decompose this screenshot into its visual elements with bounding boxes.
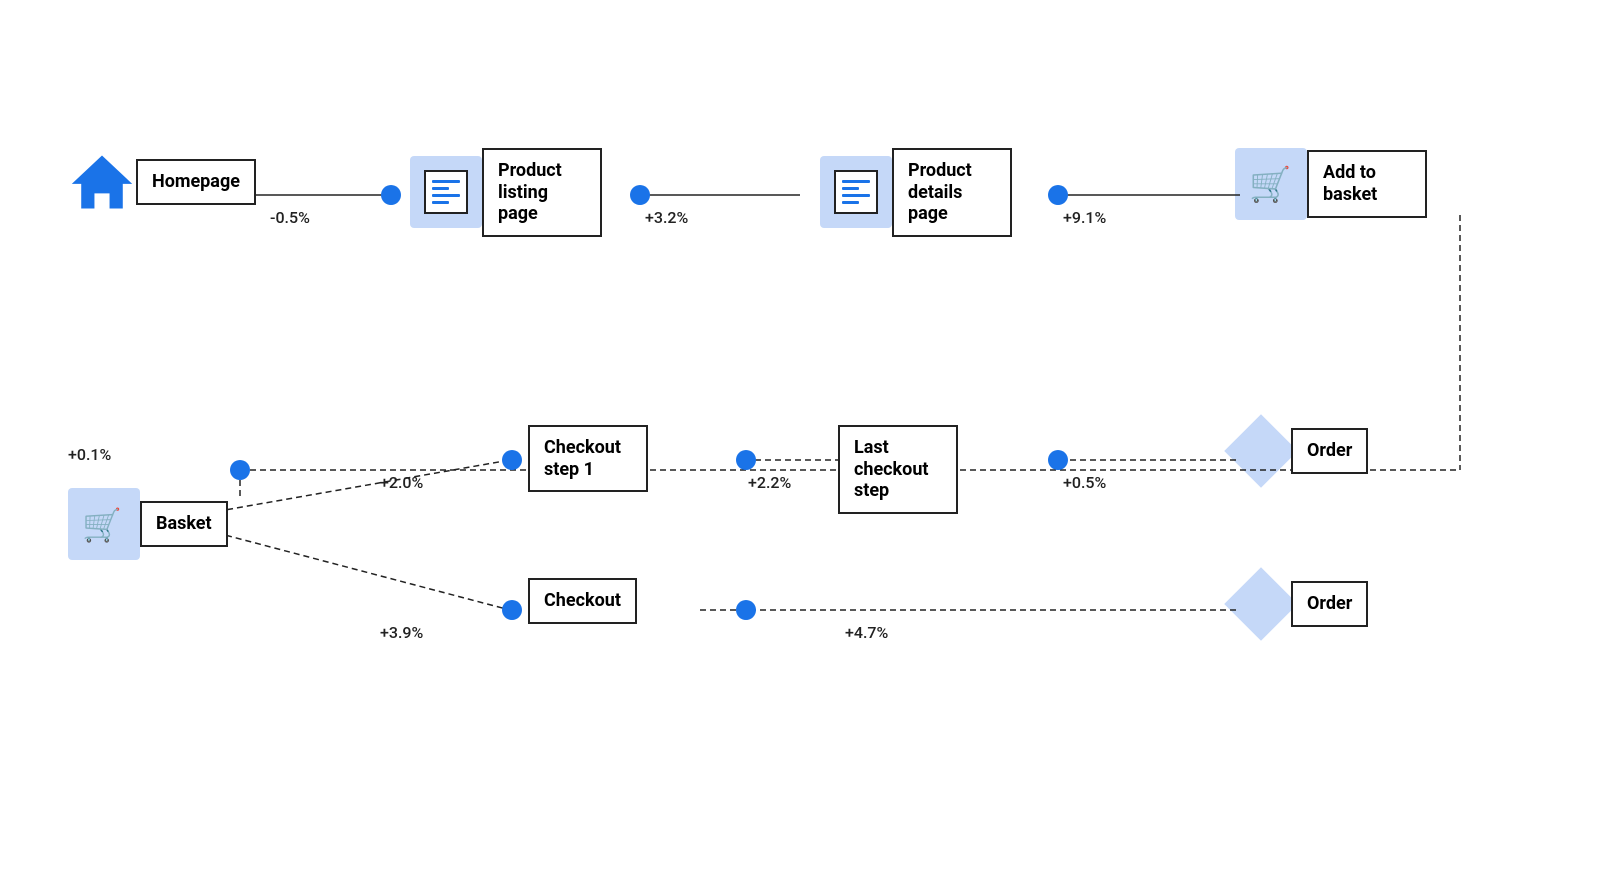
dot-hp-plp: [381, 185, 401, 205]
dot-plp-pdp: [630, 185, 650, 205]
dot-basket-checkout: [502, 600, 522, 620]
pct-pdp-atb: +9.1%: [1063, 208, 1106, 227]
add-to-basket-label: Add to basket: [1307, 150, 1427, 217]
pct-cs1-lcs: +2.2%: [748, 473, 791, 492]
pct-plp-pdp: +3.2%: [645, 208, 688, 227]
pct-basket-cs1: +2.0%: [380, 473, 423, 492]
checkout-node: Checkout: [528, 578, 637, 624]
checkout-step1-label: Checkout step 1: [528, 425, 648, 492]
dot-basket-cs1: [502, 450, 522, 470]
order1-label: Order: [1291, 428, 1368, 474]
pct-basket-checkout: +3.9%: [380, 623, 423, 642]
dot-lcs-order1: [1048, 450, 1068, 470]
dot-checkout-order2: [736, 600, 756, 620]
product-details-label: Product details page: [892, 148, 1012, 237]
pct-atb-basket: +0.1%: [68, 445, 111, 464]
checkout-label: Checkout: [528, 578, 637, 624]
pct-hp-plp: -0.5%: [270, 208, 310, 227]
dot-basket-entry: [230, 460, 250, 480]
basket-label: Basket: [140, 501, 228, 547]
dot-pdp-atb: [1048, 185, 1068, 205]
last-checkout-node: Last checkout step: [838, 425, 958, 514]
checkout-step1-node: Checkout step 1: [528, 425, 648, 492]
home-icon: [68, 148, 136, 216]
pct-lcs-order1: +0.5%: [1063, 473, 1106, 492]
diagram: Homepage -0.5% Product listing page +3.2…: [0, 0, 1601, 874]
homepage-label: Homepage: [136, 159, 256, 205]
dot-cs1-lcs: [736, 450, 756, 470]
product-listing-label: Product listing page: [482, 148, 602, 237]
order2-label: Order: [1291, 581, 1368, 627]
last-checkout-label: Last checkout step: [838, 425, 958, 514]
pct-checkout-order2: +4.7%: [845, 623, 888, 642]
